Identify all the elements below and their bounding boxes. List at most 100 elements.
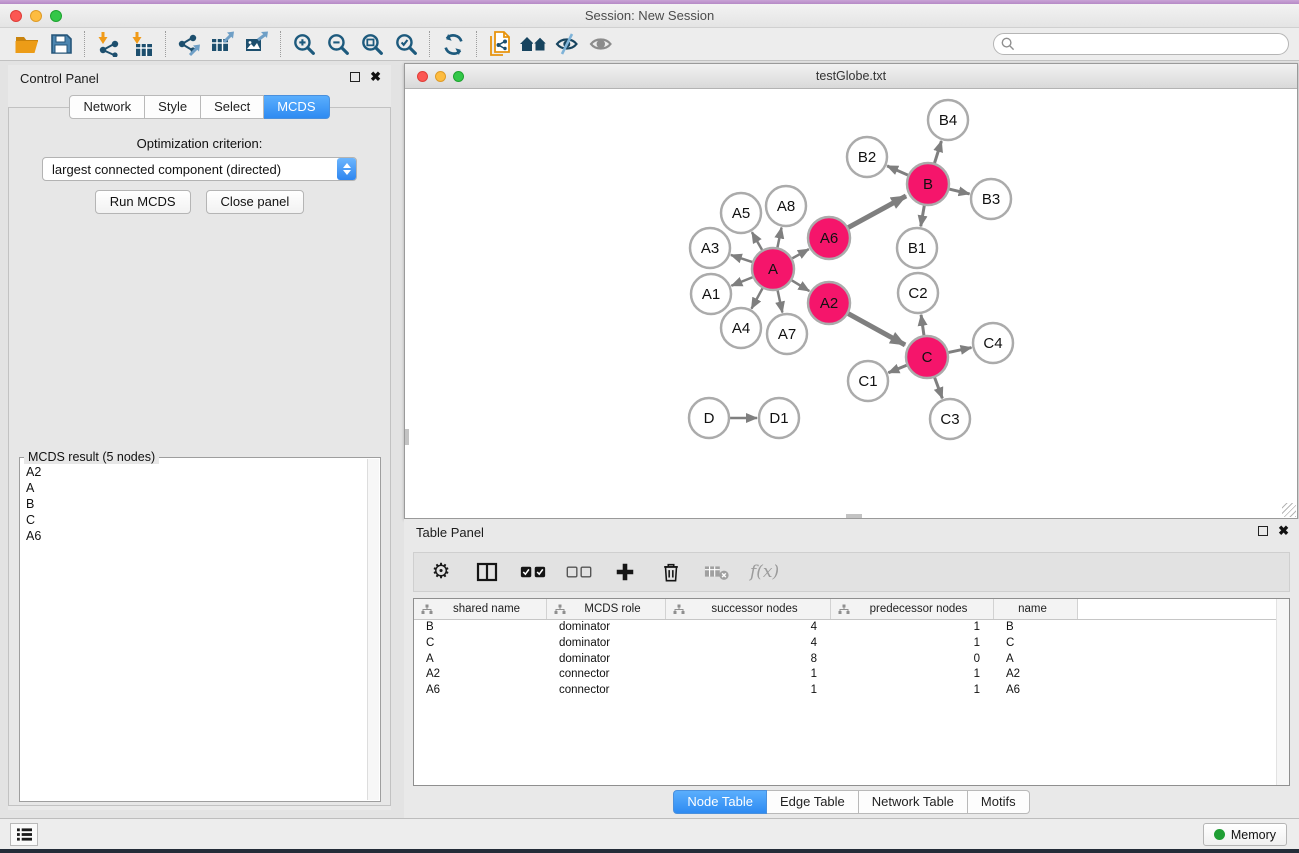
cell-MCDS-role[interactable]: connector <box>547 667 666 683</box>
node-A8[interactable]: A8 <box>766 186 806 226</box>
result-item[interactable]: A6 <box>22 528 366 544</box>
node-A5[interactable]: A5 <box>721 193 761 233</box>
delete-table-icon[interactable] <box>704 559 730 585</box>
close-panel-icon[interactable]: ✖ <box>370 71 381 83</box>
table-row[interactable]: A2connector11A2 <box>414 667 1289 683</box>
cell-successor-nodes[interactable]: 4 <box>666 620 831 636</box>
tab-style[interactable]: Style <box>145 95 201 119</box>
hide-graphics-details-icon[interactable] <box>551 30 585 58</box>
show-column-panel-icon[interactable] <box>474 559 500 585</box>
result-item[interactable]: A <box>22 480 366 496</box>
cell-name[interactable]: C <box>994 636 1078 652</box>
node-C1[interactable]: C1 <box>848 361 888 401</box>
node-C3[interactable]: C3 <box>930 399 970 439</box>
node-C[interactable]: C <box>906 336 948 378</box>
float-panel-icon[interactable] <box>350 72 360 82</box>
cell-name[interactable]: A <box>994 652 1078 668</box>
cell-shared-name[interactable]: C <box>414 636 547 652</box>
column-header-shared-name[interactable]: shared name <box>414 599 547 619</box>
show-graphics-details-icon[interactable] <box>585 30 619 58</box>
save-session-icon[interactable] <box>44 30 78 58</box>
mcds-result-list[interactable]: A2ABCA6 <box>22 464 366 799</box>
node-B1[interactable]: B1 <box>897 228 937 268</box>
table-scrollbar[interactable] <box>1276 599 1289 785</box>
zoom-out-icon[interactable] <box>321 30 355 58</box>
edge-C-C2[interactable] <box>921 315 924 338</box>
edge-A-A7[interactable] <box>777 288 782 313</box>
home-layout-icon[interactable] <box>517 30 551 58</box>
cell-MCDS-role[interactable]: dominator <box>547 636 666 652</box>
table-row[interactable]: Adominator80A <box>414 652 1289 668</box>
cell-name[interactable]: A2 <box>994 667 1078 683</box>
tab-network[interactable]: Network <box>69 95 145 119</box>
edge-A-A4[interactable] <box>751 286 763 309</box>
import-table-icon[interactable] <box>125 30 159 58</box>
column-header-predecessor-nodes[interactable]: predecessor nodes <box>831 599 994 619</box>
edge-C-C4[interactable] <box>946 348 972 353</box>
cell-predecessor-nodes[interactable]: 1 <box>831 636 994 652</box>
cell-shared-name[interactable]: A2 <box>414 667 547 683</box>
cell-predecessor-nodes[interactable]: 1 <box>831 620 994 636</box>
edge-C-C3[interactable] <box>934 375 943 399</box>
export-table-icon[interactable] <box>206 30 240 58</box>
edge-A-A8[interactable] <box>777 228 782 251</box>
node-A[interactable]: A <box>752 248 794 290</box>
cell-predecessor-nodes[interactable]: 1 <box>831 683 994 699</box>
edge-A-A1[interactable] <box>731 276 755 286</box>
node-B3[interactable]: B3 <box>971 179 1011 219</box>
edge-A-A5[interactable] <box>752 232 764 252</box>
node-D[interactable]: D <box>689 398 729 438</box>
import-network-icon[interactable] <box>91 30 125 58</box>
result-item[interactable]: C <box>22 512 366 528</box>
edge-A-A3[interactable] <box>731 255 755 263</box>
close-panel-button[interactable]: Close panel <box>206 190 305 214</box>
result-item[interactable]: A2 <box>22 464 366 480</box>
table-row[interactable]: A6connector11A6 <box>414 683 1289 699</box>
memory-button[interactable]: Memory <box>1203 823 1287 846</box>
close-table-panel-icon[interactable]: ✖ <box>1278 525 1289 537</box>
network-resize-grip[interactable] <box>1282 503 1296 517</box>
table-row[interactable]: Cdominator41C <box>414 636 1289 652</box>
cell-shared-name[interactable]: A6 <box>414 683 547 699</box>
clone-network-icon[interactable] <box>483 30 517 58</box>
node-D1[interactable]: D1 <box>759 398 799 438</box>
network-horizontal-scroll-nub[interactable] <box>846 514 862 518</box>
cell-shared-name[interactable]: A <box>414 652 547 668</box>
cell-MCDS-role[interactable]: connector <box>547 683 666 699</box>
column-header-name[interactable]: name <box>994 599 1078 619</box>
unselect-all-columns-icon[interactable] <box>566 559 592 585</box>
tab-edge-table[interactable]: Edge Table <box>767 790 859 814</box>
edge-B-B4[interactable] <box>934 141 942 166</box>
show-tasks-button[interactable] <box>10 823 38 846</box>
tab-mcds[interactable]: MCDS <box>264 95 329 119</box>
edge-B-B3[interactable] <box>946 188 969 194</box>
result-list-scrollbar[interactable] <box>367 459 379 800</box>
float-table-panel-icon[interactable] <box>1258 526 1268 536</box>
export-image-icon[interactable] <box>240 30 274 58</box>
column-header-MCDS-role[interactable]: MCDS role <box>547 599 666 619</box>
create-column-icon[interactable] <box>612 559 638 585</box>
column-header-successor-nodes[interactable]: successor nodes <box>666 599 831 619</box>
tab-node-table[interactable]: Node Table <box>673 790 767 814</box>
node-A1[interactable]: A1 <box>691 274 731 314</box>
cell-successor-nodes[interactable]: 4 <box>666 636 831 652</box>
result-item[interactable]: B <box>22 496 366 512</box>
tab-select[interactable]: Select <box>201 95 264 119</box>
node-C2[interactable]: C2 <box>898 273 938 313</box>
optimization-criterion-select[interactable]: largest connected component (directed) <box>42 157 357 181</box>
node-A6[interactable]: A6 <box>808 217 850 259</box>
edge-A6-B[interactable] <box>846 196 906 229</box>
cell-predecessor-nodes[interactable]: 0 <box>831 652 994 668</box>
open-session-icon[interactable] <box>10 30 44 58</box>
cell-predecessor-nodes[interactable]: 1 <box>831 667 994 683</box>
edge-C-C1[interactable] <box>888 364 909 373</box>
edge-A-A2[interactable] <box>789 279 809 291</box>
cell-shared-name[interactable]: B <box>414 620 547 636</box>
select-all-columns-icon[interactable] <box>520 559 546 585</box>
edge-A-A6[interactable] <box>790 249 809 260</box>
cell-name[interactable]: B <box>994 620 1078 636</box>
run-mcds-button[interactable]: Run MCDS <box>95 190 191 214</box>
export-network-icon[interactable] <box>172 30 206 58</box>
table-options-gear-icon[interactable]: ⚙ <box>428 559 454 585</box>
node-A2[interactable]: A2 <box>808 282 850 324</box>
